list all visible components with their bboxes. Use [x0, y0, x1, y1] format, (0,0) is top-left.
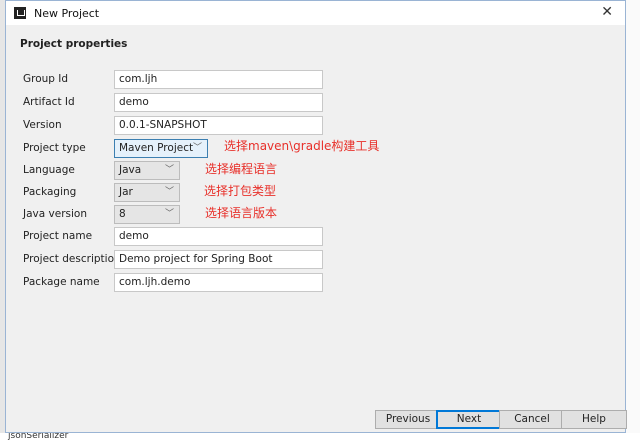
chevron-down-icon: ﹀ — [164, 165, 174, 175]
title-bar: New Project ✕ — [6, 1, 625, 25]
group-id-label: Group Id — [23, 73, 69, 85]
help-button[interactable]: Help — [561, 410, 627, 429]
project-description-label: Project description — [23, 253, 121, 265]
next-button[interactable]: Next — [436, 410, 502, 429]
java-version-annotation: 选择语言版本 — [205, 206, 278, 220]
version-input[interactable]: 0.0.1-SNAPSHOT — [114, 116, 323, 135]
chevron-down-icon: ﹀ — [164, 209, 174, 219]
intellij-app-icon — [14, 7, 26, 19]
project-type-label: Project type — [23, 142, 86, 154]
cancel-button[interactable]: Cancel — [499, 410, 565, 429]
packaging-annotation: 选择打包类型 — [204, 184, 277, 198]
section-title: Project properties — [20, 38, 128, 50]
group-id-input[interactable]: com.ljh — [114, 70, 323, 89]
background-editor-right — [626, 0, 640, 440]
language-value: Java — [119, 164, 142, 176]
previous-button[interactable]: Previous — [375, 410, 441, 429]
project-type-select[interactable]: Maven Project ﹀ — [114, 139, 208, 158]
new-project-dialog: New Project ✕ Project properties Group I… — [5, 0, 627, 433]
project-type-annotation: 选择maven\gradle构建工具 — [224, 139, 380, 153]
packaging-select[interactable]: Jar ﹀ — [114, 183, 180, 202]
project-type-value: Maven Project — [119, 142, 194, 154]
chevron-down-icon: ﹀ — [192, 143, 202, 153]
close-icon[interactable]: ✕ — [601, 4, 613, 20]
background-editor-bottom: jsonSerializer — [0, 433, 640, 440]
version-label: Version — [23, 119, 62, 131]
window-title: New Project — [34, 6, 100, 20]
packaging-label: Packaging — [23, 186, 77, 198]
java-version-value: 8 — [119, 208, 126, 220]
artifact-id-label: Artifact Id — [23, 96, 75, 108]
language-annotation: 选择编程语言 — [205, 162, 278, 176]
java-version-label: Java version — [23, 208, 87, 220]
package-name-label: Package name — [23, 276, 100, 288]
language-label: Language — [23, 164, 75, 176]
java-version-select[interactable]: 8 ﹀ — [114, 205, 180, 224]
project-description-input[interactable]: Demo project for Spring Boot — [114, 250, 323, 269]
package-name-input[interactable]: com.ljh.demo — [114, 273, 323, 292]
chevron-down-icon: ﹀ — [164, 187, 174, 197]
language-select[interactable]: Java ﹀ — [114, 161, 180, 180]
artifact-id-input[interactable]: demo — [114, 93, 323, 112]
project-name-input[interactable]: demo — [114, 227, 323, 246]
packaging-value: Jar — [119, 186, 133, 198]
project-name-label: Project name — [23, 230, 93, 242]
background-code-text: jsonSerializer — [8, 433, 69, 440]
